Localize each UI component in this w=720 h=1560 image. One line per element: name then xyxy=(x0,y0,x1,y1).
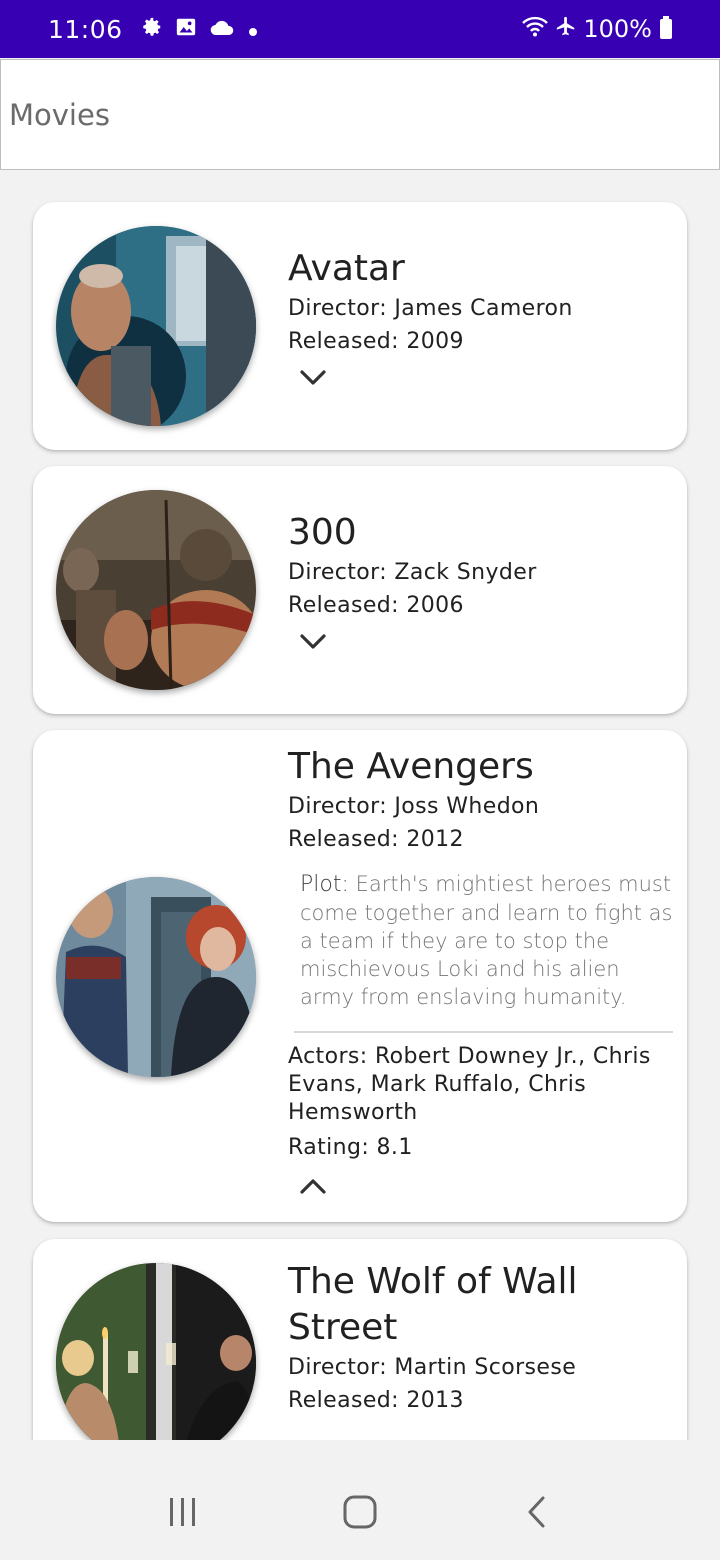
divider xyxy=(294,1031,673,1033)
image-icon xyxy=(175,14,197,45)
screen: 11:06 100% Movies Avatar Director: James… xyxy=(0,0,720,1560)
movie-released: Released: 2006 xyxy=(288,593,464,618)
movie-released: Released: 2012 xyxy=(288,827,464,852)
status-bar: 11:06 100% xyxy=(0,0,720,58)
movie-actors: Actors: Robert Downey Jr., Chris Evans, … xyxy=(288,1044,651,1125)
movie-director: Director: Joss Whedon xyxy=(288,794,540,819)
movie-title: The Avengers xyxy=(288,746,534,787)
battery-icon xyxy=(660,16,672,39)
app-bar: Movies xyxy=(0,59,720,170)
movie-poster xyxy=(56,877,256,1077)
movie-card-avatar[interactable]: Avatar Director: James Cameron Released:… xyxy=(33,202,687,450)
movie-director: Director: Zack Snyder xyxy=(288,560,537,585)
movie-poster xyxy=(56,1263,256,1440)
back-icon[interactable] xyxy=(507,1482,567,1542)
movie-title: Avatar xyxy=(288,248,405,289)
chevron-up-icon[interactable] xyxy=(298,1176,328,1198)
movie-card-the-avengers[interactable]: The Avengers Director: Joss Whedon Relea… xyxy=(33,730,687,1222)
page-title: Movies xyxy=(9,97,110,132)
movie-plot: Plot: Earth's mightiest heroes must come… xyxy=(300,870,673,1011)
movie-released: Released: 2013 xyxy=(288,1388,464,1413)
chevron-down-icon[interactable] xyxy=(298,366,328,388)
movie-poster xyxy=(56,490,256,690)
movie-rating: Rating: 8.1 xyxy=(288,1135,413,1160)
status-time: 11:06 xyxy=(48,14,123,44)
movie-director: Director: James Cameron xyxy=(288,296,573,321)
plot-text: Earth's mightiest heroes must come toget… xyxy=(300,872,673,1009)
movie-title: 300 xyxy=(288,512,357,553)
system-nav-bar xyxy=(0,1464,720,1560)
wifi-icon xyxy=(521,15,549,44)
movie-director: Director: Martin Scorsese xyxy=(288,1355,577,1380)
cloud-icon xyxy=(209,14,235,45)
movie-list[interactable]: Avatar Director: James Cameron Released:… xyxy=(0,171,720,1440)
movie-released: Released: 2009 xyxy=(288,329,464,354)
gear-icon xyxy=(141,14,163,45)
movie-poster xyxy=(56,226,256,426)
home-icon[interactable] xyxy=(330,1482,390,1542)
movie-title: The Wolf of Wall Street xyxy=(288,1261,578,1348)
movie-card-300[interactable]: 300 Director: Zack Snyder Released: 2006 xyxy=(33,466,687,714)
airplane-icon xyxy=(555,15,577,44)
battery-percent: 100% xyxy=(583,15,652,43)
recents-icon[interactable] xyxy=(153,1482,213,1542)
chevron-down-icon[interactable] xyxy=(298,630,328,652)
movie-card-the-wolf-of-wall-street[interactable]: The Wolf of Wall Street Director: Martin… xyxy=(33,1239,687,1440)
dot-icon xyxy=(247,14,259,45)
plot-label: Plot: xyxy=(300,872,349,897)
